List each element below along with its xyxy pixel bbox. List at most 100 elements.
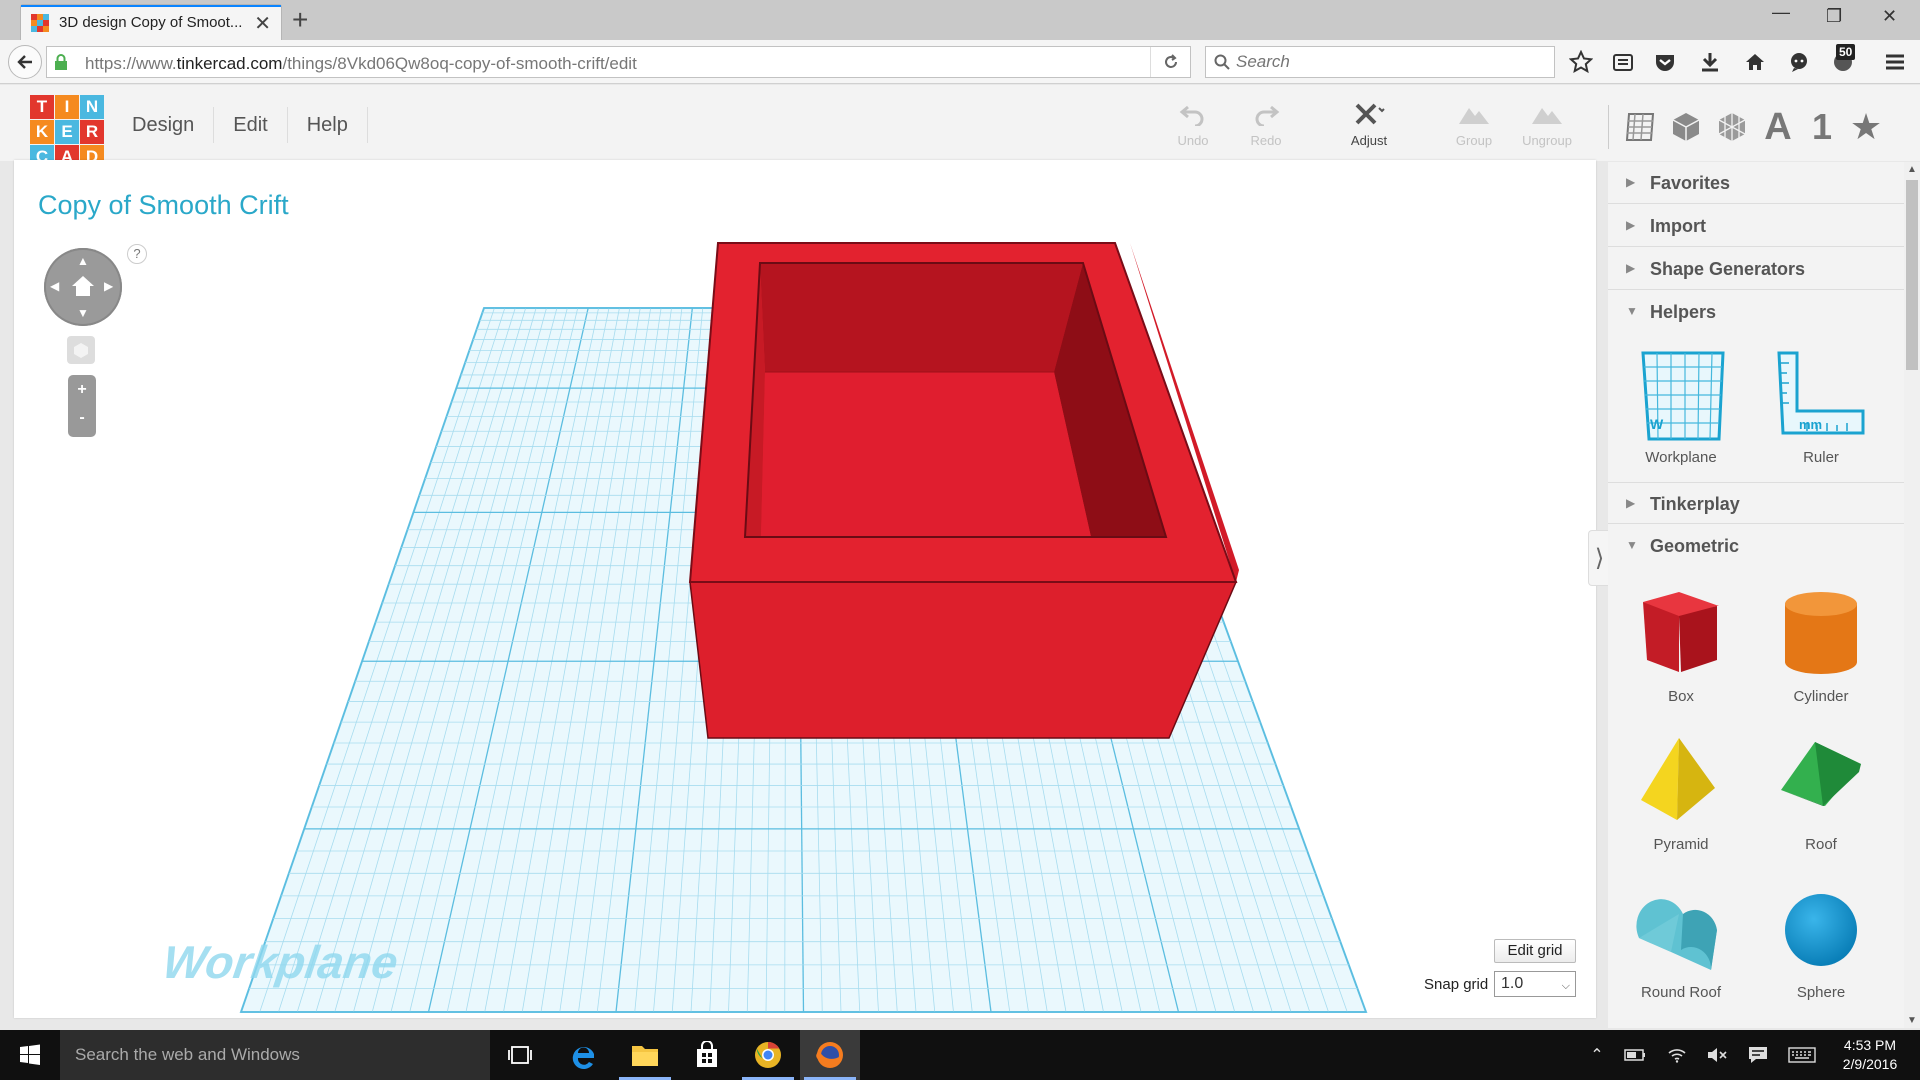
scroll-down-icon[interactable]: ▼: [1907, 1015, 1917, 1026]
ungroup-button[interactable]: Ungroup: [1515, 102, 1579, 148]
section-title: Tinkerplay: [1650, 494, 1740, 514]
orbit-left-arrow-icon[interactable]: ◀: [50, 279, 59, 293]
close-tab-icon[interactable]: ✕: [254, 11, 271, 36]
minimize-window-icon[interactable]: —: [1772, 2, 1790, 23]
fit-view-button[interactable]: [67, 336, 95, 364]
section-import[interactable]: ▶ Import: [1608, 205, 1904, 247]
tray-expand-icon[interactable]: ⌃: [1582, 1030, 1612, 1080]
orbit-down-arrow-icon[interactable]: ▼: [77, 306, 89, 320]
panel-scrollbar[interactable]: ▲ ▼: [1904, 162, 1920, 1028]
star-icon[interactable]: ★: [1846, 106, 1886, 147]
task-view-icon[interactable]: [490, 1030, 550, 1080]
taskbar-search-box[interactable]: Search the web and Windows: [60, 1030, 490, 1080]
favicon-tile: [43, 26, 49, 32]
reload-button[interactable]: [1150, 47, 1190, 77]
shape-box[interactable]: Box: [1616, 582, 1746, 705]
search-icon: [1214, 54, 1230, 70]
main-menu: Design Edit Help: [113, 107, 368, 143]
taskbar-search-text: Search the web and Windows: [75, 1045, 300, 1064]
3d-workspace-canvas[interactable]: Workplane Copy of Smooth Crift ▲ ▼ ◀ ▶ ?…: [14, 160, 1596, 1018]
firefox-browser-icon[interactable]: [800, 1030, 860, 1080]
new-tab-button[interactable]: +: [292, 4, 308, 36]
lock-icon: [55, 54, 67, 70]
downloads-icon[interactable]: [1697, 49, 1723, 75]
section-favorites[interactable]: ▶ Favorites: [1608, 162, 1904, 204]
file-explorer-icon[interactable]: [615, 1030, 675, 1080]
undo-button[interactable]: Undo: [1161, 102, 1225, 148]
menu-design[interactable]: Design: [113, 107, 213, 143]
tinkercad-logo[interactable]: TINKERCAD: [30, 95, 106, 169]
3d-scene[interactable]: Workplane: [14, 160, 1596, 1018]
workplane-view-icon[interactable]: [1620, 107, 1660, 147]
expand-arrow-icon: ▶: [1626, 175, 1636, 189]
chrome-browser-icon[interactable]: [738, 1030, 798, 1080]
red-box-shape[interactable]: [688, 242, 1239, 739]
text-a-icon[interactable]: A: [1758, 106, 1798, 148]
back-arrow-icon: [17, 55, 32, 69]
scrollbar-thumb[interactable]: [1906, 180, 1918, 370]
shape-pyramid[interactable]: Pyramid: [1616, 730, 1746, 853]
helper-workplane[interactable]: W Workplane: [1616, 347, 1746, 466]
shape-roof[interactable]: Roof: [1756, 730, 1886, 853]
browser-search-box[interactable]: [1205, 46, 1555, 78]
url-bar[interactable]: https://www.tinkercad.com/things/8Vkd06Q…: [46, 46, 1191, 78]
header-divider: [1608, 105, 1609, 149]
wifi-icon[interactable]: [1660, 1030, 1694, 1080]
browser-tab-active[interactable]: 3D design Copy of Smoot... ✕: [20, 4, 282, 40]
url-path: /things/8Vkd06Qw8oq-copy-of-smooth-crift…: [282, 54, 637, 73]
bookmark-star-icon[interactable]: [1568, 49, 1594, 75]
shape-round-roof[interactable]: Round Roof: [1616, 878, 1746, 1001]
menu-help[interactable]: Help: [286, 107, 368, 143]
shape-sphere[interactable]: Sphere: [1756, 878, 1886, 1001]
orbit-right-arrow-icon[interactable]: ▶: [104, 279, 113, 293]
back-button[interactable]: [8, 45, 42, 79]
edit-grid-button[interactable]: Edit grid: [1494, 939, 1576, 963]
battery-icon[interactable]: [1618, 1030, 1652, 1080]
help-button[interactable]: ?: [127, 244, 147, 264]
snap-grid-select[interactable]: 1.0 ⌵: [1494, 971, 1576, 997]
browser-tab-bar: 3D design Copy of Smoot... ✕ + — ❐ ✕: [0, 0, 1920, 40]
search-input[interactable]: [1236, 52, 1536, 72]
edge-browser-icon[interactable]: [553, 1030, 613, 1080]
pocket-icon[interactable]: [1652, 49, 1678, 75]
orbit-up-arrow-icon[interactable]: ▲: [77, 254, 89, 268]
home-view-icon[interactable]: [70, 274, 96, 298]
reading-list-icon[interactable]: [1610, 49, 1636, 75]
group-button[interactable]: Group: [1442, 102, 1506, 148]
box-view-icon[interactable]: [1666, 107, 1706, 147]
home-icon[interactable]: [1742, 49, 1768, 75]
wireframe-view-icon[interactable]: [1712, 107, 1752, 147]
redo-icon: [1255, 105, 1280, 128]
close-window-icon[interactable]: ✕: [1882, 6, 1897, 27]
keyboard-icon[interactable]: [1782, 1030, 1822, 1080]
store-icon[interactable]: [677, 1030, 737, 1080]
action-center-icon[interactable]: [1740, 1030, 1776, 1080]
section-geometric[interactable]: ▼ Geometric: [1608, 525, 1904, 567]
chat-icon[interactable]: [1786, 49, 1812, 75]
shape-cylinder[interactable]: Cylinder: [1756, 582, 1886, 705]
chevron-down-icon: ⌵: [1561, 980, 1570, 992]
section-shape-generators[interactable]: ▶ Shape Generators: [1608, 248, 1904, 290]
section-helpers[interactable]: ▼ Helpers: [1608, 291, 1904, 333]
zoom-in-button[interactable]: +: [68, 381, 96, 399]
round-roof-shape-icon: [1636, 899, 1717, 970]
clock-date: 2/9/2016: [1842, 1056, 1898, 1072]
start-button[interactable]: [0, 1030, 60, 1080]
section-title: Helpers: [1650, 302, 1717, 322]
hamburger-menu-icon[interactable]: [1882, 49, 1908, 75]
restore-window-icon[interactable]: ❐: [1826, 6, 1842, 27]
menu-edit[interactable]: Edit: [213, 107, 286, 143]
adjust-button[interactable]: Adjust: [1337, 102, 1401, 148]
helper-ruler[interactable]: mm Ruler: [1756, 347, 1886, 466]
section-tinkerplay[interactable]: ▶ Tinkerplay: [1608, 482, 1904, 524]
collapse-panel-button[interactable]: ⟩: [1588, 530, 1610, 586]
system-clock[interactable]: 4:53 PM 2/9/2016: [1828, 1036, 1912, 1074]
number-one-icon[interactable]: 1: [1802, 106, 1842, 147]
volume-muted-icon[interactable]: [1700, 1030, 1734, 1080]
scroll-up-icon[interactable]: ▲: [1907, 164, 1917, 175]
cylinder-shape-icon: [1785, 592, 1857, 674]
design-title[interactable]: Copy of Smooth Crift: [38, 190, 289, 221]
zoom-out-button[interactable]: -: [68, 409, 96, 427]
redo-button[interactable]: Redo: [1234, 102, 1298, 148]
view-orbit-control[interactable]: ▲ ▼ ◀ ▶: [44, 248, 122, 326]
